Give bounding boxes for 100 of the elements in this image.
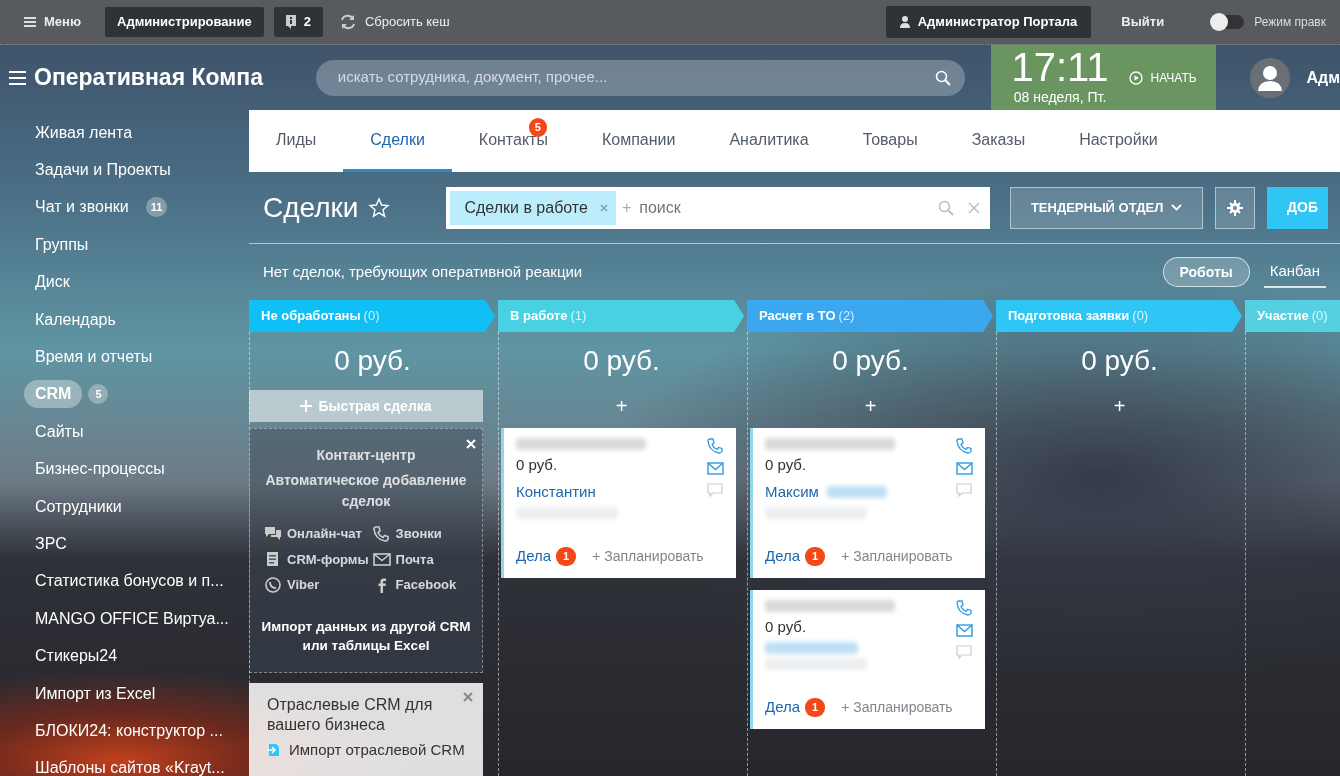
stage-count: (0) xyxy=(363,307,380,326)
import-link[interactable]: таблицы Excel xyxy=(331,638,430,654)
toggle-switch[interactable] xyxy=(1210,13,1245,31)
stage-count: (0) xyxy=(1311,307,1328,326)
sidebar-item[interactable]: Чат и звонки xyxy=(24,193,140,222)
plan-link[interactable]: + Запланировать xyxy=(592,545,704,567)
star-icon[interactable] xyxy=(368,196,391,219)
import-note: Импорт данных из другой CRM или таблицы Excel xyxy=(260,617,472,656)
tab[interactable]: Аналитика xyxy=(702,110,836,172)
chat-icon[interactable] xyxy=(264,525,282,542)
counter-badge: 5 xyxy=(88,384,109,405)
add-deal-button[interactable]: + xyxy=(854,390,887,422)
sidebar-item[interactable]: Сотрудники xyxy=(24,492,133,521)
sidebar-item[interactable]: Группы xyxy=(24,230,100,259)
tab[interactable]: Заказы xyxy=(944,110,1053,172)
activities-link[interactable]: Дела 1 xyxy=(765,696,826,719)
reset-cache-button[interactable]: Сбросить кеш xyxy=(332,8,456,36)
channel-label[interactable]: Онлайн-чат xyxy=(287,524,362,544)
deal-price: 0 руб. xyxy=(765,616,808,637)
promo-link[interactable]: Импорт отраслевой CRM xyxy=(289,740,465,760)
deal-price: 0 руб. xyxy=(765,455,808,475)
sidebar-item[interactable]: Импорт из Excel xyxy=(24,679,167,708)
user-button[interactable]: Администратор Портала xyxy=(885,6,1092,38)
close-icon[interactable] xyxy=(463,691,473,702)
tab[interactable]: Компании xyxy=(574,110,703,172)
stage-title: В работе xyxy=(510,307,568,326)
deal-card[interactable]: 0 руб. Дела 1 + Запланировать xyxy=(750,589,985,729)
tab[interactable]: Лиды xyxy=(249,110,344,172)
contact-link[interactable]: Константин xyxy=(516,480,596,503)
stage-title: Подготовка заявки xyxy=(1008,307,1130,326)
mail-icon[interactable] xyxy=(372,551,391,568)
add-deal-button[interactable]: + xyxy=(1103,390,1136,422)
view-tab[interactable]: Канбан xyxy=(1263,255,1326,289)
counter-badge: 1 xyxy=(805,547,826,566)
phone-icon[interactable] xyxy=(707,438,724,454)
deal-card[interactable]: 0 руб. Константин Дела 1 + Запланировать xyxy=(501,428,736,578)
contact-link[interactable]: Максим xyxy=(765,480,819,503)
sidebar-item[interactable]: ЗРС xyxy=(24,530,78,558)
search-field[interactable]: искать сотрудника, документ, прочее... xyxy=(315,59,966,96)
sidebar-item[interactable]: Диск xyxy=(24,268,81,297)
blurred-text xyxy=(826,485,887,498)
activities-link[interactable]: Дела 1 xyxy=(516,545,577,568)
promo-title: Отраслевые CRM для вашего бизнеса xyxy=(267,694,434,736)
sidebar-item[interactable]: Живая лента xyxy=(24,118,144,147)
channel-label[interactable]: Viber xyxy=(287,575,320,595)
menu-button[interactable]: Меню xyxy=(18,8,87,36)
mail-icon[interactable] xyxy=(956,461,973,476)
stage-title: Расчет в ТО xyxy=(759,307,836,326)
sidebar-item[interactable]: Стикеры24 xyxy=(24,642,129,671)
deal-card[interactable]: 0 руб. Максим Дела 1 + Запланировать xyxy=(750,428,985,578)
channel-label[interactable]: Почта xyxy=(395,549,434,569)
phone-icon[interactable] xyxy=(956,438,973,454)
settings-button[interactable] xyxy=(1215,186,1256,229)
filter-field[interactable]: Сделки в работе + поиск xyxy=(446,186,990,229)
avatar-icon[interactable] xyxy=(1250,57,1291,98)
category-dropdown[interactable]: ТЕНДЕРНЫЙ ОТДЕЛ xyxy=(1009,186,1204,229)
sidebar-item[interactable]: Время и отчеты xyxy=(24,343,164,372)
notifications-button[interactable]: 2 xyxy=(273,7,323,37)
search-input[interactable]: искать сотрудника, документ, прочее... xyxy=(335,65,936,90)
sidebar-item[interactable]: БЛОКИ24: конструктор ... xyxy=(24,716,234,745)
counter-badge: 11 xyxy=(145,197,168,218)
menu-icon[interactable] xyxy=(9,70,26,85)
phone-icon[interactable] xyxy=(956,599,973,616)
start-button[interactable]: НАЧАТЬ xyxy=(1122,64,1203,91)
activities-link[interactable]: Дела 1 xyxy=(765,545,826,568)
mail-icon[interactable] xyxy=(956,622,973,638)
stage-total: 0 руб. xyxy=(582,344,661,378)
mail-icon[interactable] xyxy=(707,461,724,476)
person-icon xyxy=(899,16,910,28)
tab[interactable]: Сделки xyxy=(343,110,452,172)
counter-badge: 5 xyxy=(528,118,547,137)
page-title: Сделки xyxy=(263,190,359,225)
stage-title: Не обработаны xyxy=(261,307,361,326)
channel-label[interactable]: Звонки xyxy=(395,524,442,544)
plan-link[interactable]: + Запланировать xyxy=(841,545,953,567)
channel-label[interactable]: CRM-формы xyxy=(287,549,369,569)
sidebar-item[interactable]: Шаблоны сайтов «Krayt... xyxy=(24,754,236,776)
sidebar-item[interactable]: Сайты xyxy=(24,417,95,446)
admin-button[interactable]: Администрирование xyxy=(105,7,264,37)
phone-icon[interactable] xyxy=(372,525,391,542)
channel-label[interactable]: Facebook xyxy=(395,575,457,595)
tab[interactable]: Настройки xyxy=(1052,110,1185,172)
import-link[interactable]: другой CRM xyxy=(389,618,471,634)
sidebar-item[interactable]: Календарь xyxy=(24,305,127,334)
refresh-icon xyxy=(338,14,357,30)
stage-count: (1) xyxy=(570,307,587,326)
sidebar-item[interactable]: Бизнес-процессы xyxy=(24,455,176,484)
sidebar-item[interactable]: Задачи и Проекты xyxy=(24,156,182,185)
plan-link[interactable]: + Запланировать xyxy=(841,696,953,718)
counter-badge: 1 xyxy=(556,547,577,566)
phone-bubble-icon[interactable] xyxy=(264,576,282,593)
tab[interactable]: Товары xyxy=(835,110,945,172)
sidebar-item[interactable]: Статистика бонусов и п... xyxy=(24,567,235,596)
menu-icon xyxy=(24,17,36,27)
plus-icon xyxy=(300,400,313,412)
user-name: Адм xyxy=(1306,67,1340,88)
tab[interactable]: Контакты 5 xyxy=(451,110,575,172)
sidebar-item[interactable]: MANGO OFFICE Виртуа... xyxy=(24,604,240,633)
add-deal-button[interactable]: + xyxy=(605,390,638,422)
logout-link[interactable]: Выйти xyxy=(1115,8,1171,36)
